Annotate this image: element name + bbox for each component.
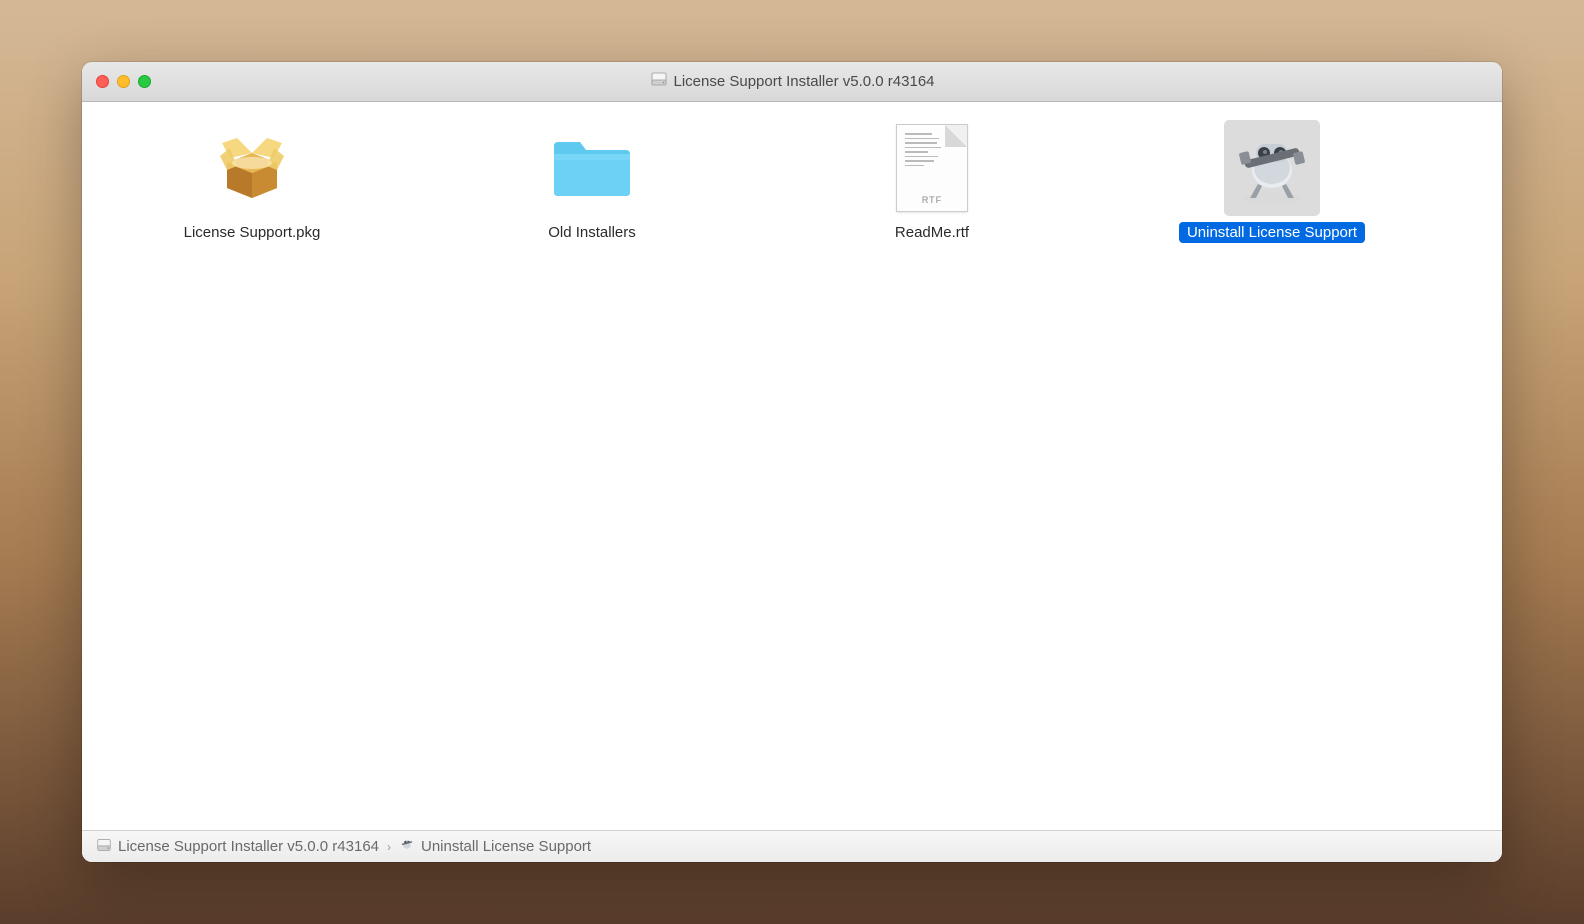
automator-app-icon <box>1224 120 1320 216</box>
file-item-uninstall-license-support[interactable]: Uninstall License Support <box>1132 120 1412 243</box>
path-separator-icon: › <box>387 840 391 854</box>
path-current-label: Uninstall License Support <box>421 838 591 855</box>
traffic-lights <box>82 75 151 88</box>
path-root[interactable]: License Support Installer v5.0.0 r43164 <box>96 837 379 857</box>
disk-icon <box>96 837 112 857</box>
file-label: Old Installers <box>540 222 644 243</box>
path-root-label: License Support Installer v5.0.0 r43164 <box>118 838 379 855</box>
automator-small-icon <box>399 837 415 857</box>
file-label: ReadMe.rtf <box>887 222 977 243</box>
file-label: License Support.pkg <box>176 222 329 243</box>
folder-icon <box>544 120 640 216</box>
minimize-button[interactable] <box>117 75 130 88</box>
close-button[interactable] <box>96 75 109 88</box>
maximize-button[interactable] <box>138 75 151 88</box>
file-item-old-installers[interactable]: Old Installers <box>452 120 732 243</box>
pathbar: License Support Installer v5.0.0 r43164 … <box>82 830 1502 862</box>
file-label: Uninstall License Support <box>1179 222 1365 243</box>
content-area[interactable]: License Support.pkg Old Installers <box>82 102 1502 830</box>
package-icon <box>204 120 300 216</box>
finder-window: License Support Installer v5.0.0 r43164 <box>82 62 1502 862</box>
file-item-readme-rtf[interactable]: RTF ReadMe.rtf <box>792 120 1072 243</box>
window-title: License Support Installer v5.0.0 r43164 <box>674 73 935 90</box>
disk-icon <box>650 70 668 93</box>
rtf-document-icon: RTF <box>884 120 980 216</box>
rtf-badge: RTF <box>897 195 967 205</box>
file-item-license-support-pkg[interactable]: License Support.pkg <box>112 120 392 243</box>
titlebar[interactable]: License Support Installer v5.0.0 r43164 <box>82 62 1502 102</box>
path-current[interactable]: Uninstall License Support <box>399 837 591 857</box>
